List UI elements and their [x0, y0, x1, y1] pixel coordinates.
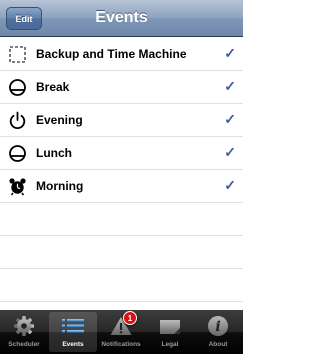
tab-about[interactable]: i About — [194, 312, 242, 352]
checkmark-icon: ✓ — [224, 78, 236, 94]
sleep-icon — [9, 145, 26, 162]
list-item-morning[interactable]: Morning ✓ — [0, 170, 243, 203]
tab-notifications[interactable]: 1 Notifications — [97, 311, 145, 352]
list-item-lunch[interactable]: Lunch ✓ — [0, 137, 243, 170]
list-item-break[interactable]: Break ✓ — [0, 71, 243, 104]
gear-icon — [14, 316, 34, 336]
tab-label: Notifications — [101, 341, 141, 348]
empty-row — [0, 269, 243, 302]
tab-label: About — [208, 341, 228, 348]
tab-events[interactable]: Events — [49, 312, 97, 352]
navigation-bar: Edit Events — [0, 0, 243, 37]
notification-badge: 1 — [123, 311, 137, 325]
list-item-label: Evening — [36, 113, 83, 127]
list-icon — [62, 319, 84, 333]
tab-bar: Scheduler Events 1 Notifications Legal i… — [0, 310, 243, 354]
tab-scheduler[interactable]: Scheduler — [0, 312, 48, 352]
checkmark-icon: ✓ — [224, 177, 236, 193]
tab-label: Legal — [161, 341, 179, 348]
screen: Edit Events Backup and Time Machine ✓ Br… — [0, 0, 243, 354]
svg-text:i: i — [215, 319, 220, 335]
checkmark-icon: ✓ — [224, 45, 236, 61]
checkmark-icon: ✓ — [224, 111, 236, 127]
list-item-label: Lunch — [36, 146, 72, 160]
checkmark-icon: ✓ — [224, 144, 236, 160]
dashed-square-icon — [9, 46, 26, 63]
page-title: Events — [95, 9, 148, 26]
list-item-label: Morning — [36, 179, 84, 193]
sleep-icon — [9, 79, 26, 96]
tab-label: Scheduler — [8, 341, 40, 348]
empty-row — [0, 203, 243, 236]
list-item-evening[interactable]: Evening ✓ — [0, 104, 243, 137]
alarm-clock-icon — [9, 178, 26, 196]
info-icon: i — [208, 316, 228, 336]
document-icon — [160, 320, 180, 334]
tab-label: Events — [62, 341, 84, 348]
events-list: Backup and Time Machine ✓ Break ✓ Evenin… — [0, 38, 243, 310]
tab-legal[interactable]: Legal — [146, 312, 194, 352]
list-item-backup[interactable]: Backup and Time Machine ✓ — [0, 38, 243, 71]
empty-row — [0, 236, 243, 269]
list-item-label: Break — [36, 80, 70, 94]
list-item-label: Backup and Time Machine — [36, 47, 187, 61]
power-icon — [9, 111, 26, 129]
